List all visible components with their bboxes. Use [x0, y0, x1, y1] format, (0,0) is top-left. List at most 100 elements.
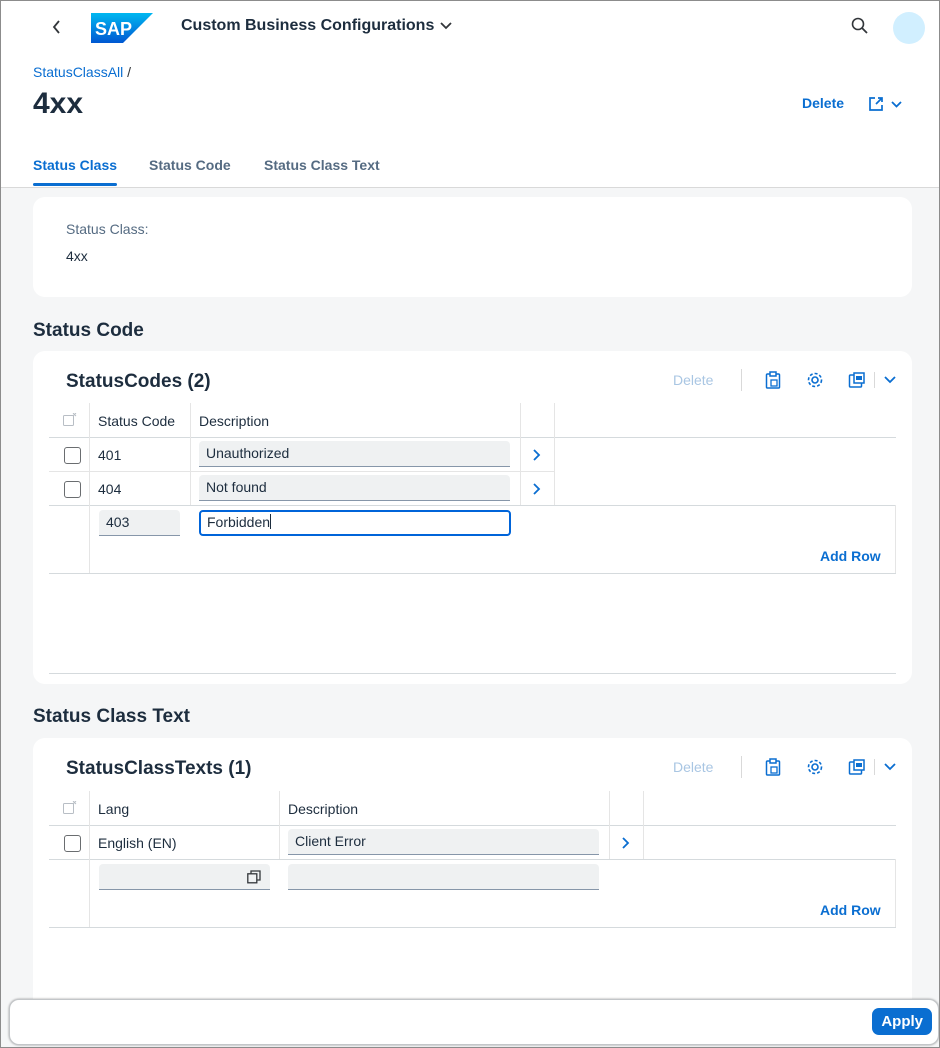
description-input[interactable]: Not found: [199, 475, 510, 501]
paste-icon: [766, 758, 781, 776]
status-code-input[interactable]: 403: [99, 510, 180, 536]
table-bottom-line: [49, 673, 896, 674]
table-bottom-line: [49, 927, 896, 928]
column-line: [279, 791, 280, 859]
value-help-icon[interactable]: [247, 870, 261, 884]
status-codes-card: StatusCodes (2) Delete Status Code Descr…: [33, 351, 912, 684]
breadcrumb-link[interactable]: StatusClassAll: [33, 64, 123, 80]
export-button[interactable]: [846, 756, 868, 778]
toolbar-separator: [874, 759, 876, 775]
table-header-line: [49, 825, 896, 826]
status-class-texts-card: StatusClassTexts (1) Delete Lang Descrip…: [33, 738, 912, 1018]
chevron-down-icon: [884, 376, 897, 384]
column-header-status-code[interactable]: Status Code: [98, 413, 175, 429]
section-title-status-code: Status Code: [33, 320, 144, 341]
tab-status-class-text[interactable]: Status Class Text: [264, 157, 380, 173]
column-line: [520, 403, 521, 505]
row-line: [49, 471, 554, 472]
sap-logo[interactable]: SAP: [91, 13, 153, 48]
chevron-down-icon: [884, 763, 897, 771]
export-menu-button[interactable]: [879, 369, 901, 391]
row-line: [49, 859, 896, 860]
chevron-down-icon: [891, 100, 902, 108]
description-input-value: Forbidden: [207, 514, 271, 530]
avatar[interactable]: [893, 12, 925, 44]
settings-button[interactable]: [804, 369, 826, 391]
search-button[interactable]: [851, 17, 869, 40]
description-input[interactable]: Unauthorized: [199, 441, 510, 467]
column-line: [643, 791, 644, 859]
delete-button[interactable]: Delete: [673, 759, 713, 775]
paste-icon: [766, 371, 781, 389]
toolbar-separator: [741, 756, 743, 778]
status-class-card: Status Class: 4xx: [33, 197, 912, 297]
column-line: [89, 403, 90, 573]
toolbar-separator: [741, 369, 743, 391]
column-line: [554, 403, 555, 505]
select-all-icon[interactable]: [63, 801, 77, 815]
column-header-description[interactable]: Description: [288, 801, 358, 817]
chevron-right-icon[interactable]: [533, 483, 541, 495]
status-class-value: 4xx: [66, 248, 88, 264]
paste-button[interactable]: [762, 756, 784, 778]
select-all-icon[interactable]: [63, 413, 77, 427]
lang-cell: English (EN): [98, 835, 177, 851]
status-code-cell: 404: [98, 481, 122, 497]
table-toolbar: Delete: [673, 369, 911, 391]
row-line: [49, 573, 896, 574]
breadcrumb: StatusClassAll /: [33, 64, 131, 80]
export-button[interactable]: [846, 369, 868, 391]
paste-button[interactable]: [762, 369, 784, 391]
search-icon: [851, 17, 868, 34]
column-line: [609, 791, 610, 859]
table-toolbar: Delete: [673, 756, 911, 778]
table-header-line: [49, 437, 896, 438]
tab-status-code[interactable]: Status Code: [149, 157, 231, 173]
chevron-down-icon: [440, 22, 452, 30]
row-checkbox[interactable]: [64, 481, 81, 498]
row-line: [49, 505, 896, 506]
share-icon: [869, 97, 883, 111]
settings-button[interactable]: [804, 756, 826, 778]
column-line: [895, 505, 896, 573]
delete-button[interactable]: Delete: [673, 372, 713, 388]
svg-text:SAP: SAP: [95, 19, 132, 39]
export-icon: [849, 759, 866, 775]
column-header-lang[interactable]: Lang: [98, 801, 129, 817]
description-input-focused[interactable]: Forbidden: [199, 510, 511, 536]
column-line: [89, 791, 90, 927]
app-title-menu[interactable]: Custom Business Configurations: [181, 17, 452, 35]
section-title-status-class-text: Status Class Text: [33, 706, 190, 727]
gear-icon: [808, 759, 823, 775]
chevron-right-icon[interactable]: [533, 449, 541, 461]
status-code-cell: 401: [98, 447, 122, 463]
lang-input[interactable]: [99, 864, 270, 890]
description-input[interactable]: [288, 864, 599, 890]
app-frame: SAP Custom Business Configurations Statu…: [0, 0, 940, 1048]
add-row-button[interactable]: Add Row: [820, 902, 881, 918]
breadcrumb-separator: /: [127, 64, 132, 80]
tab-status-class[interactable]: Status Class: [33, 157, 118, 186]
page-title: 4xx: [33, 87, 84, 120]
row-checkbox[interactable]: [64, 447, 81, 464]
export-menu-button[interactable]: [879, 756, 901, 778]
add-row-button[interactable]: Add Row: [820, 548, 881, 564]
chevron-left-icon: [52, 20, 60, 34]
export-icon: [849, 372, 866, 388]
gear-icon: [808, 372, 823, 388]
back-button[interactable]: [45, 15, 69, 39]
description-input[interactable]: Client Error: [288, 829, 599, 855]
share-menu-button[interactable]: [867, 95, 902, 113]
app-title: Custom Business Configurations: [181, 17, 435, 34]
delete-button[interactable]: Delete: [802, 95, 844, 111]
object-header: StatusClassAll / 4xx Delete Status Class…: [1, 53, 939, 188]
table-title: StatusClassTexts (1): [66, 758, 252, 779]
toolbar-separator: [874, 372, 876, 388]
apply-button[interactable]: Apply: [872, 1008, 932, 1035]
column-line: [190, 403, 191, 505]
text-cursor: [270, 514, 272, 529]
column-header-description[interactable]: Description: [199, 413, 269, 429]
row-checkbox[interactable]: [64, 835, 81, 852]
shell-bar: SAP Custom Business Configurations: [1, 1, 939, 53]
chevron-right-icon[interactable]: [622, 837, 630, 849]
